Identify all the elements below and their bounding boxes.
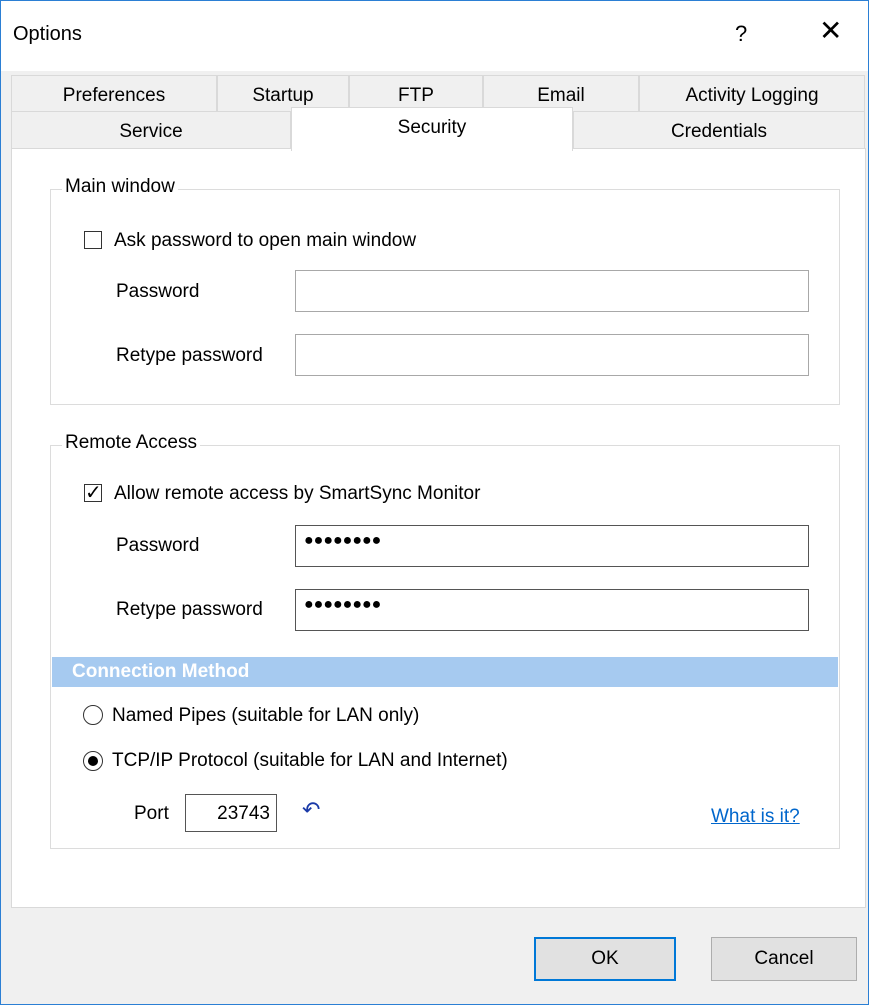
remote-retype-password-label: Retype password [116, 599, 263, 620]
allow-remote-access-checkbox[interactable]: ✓ [84, 482, 102, 504]
tab-label: Email [537, 85, 585, 106]
port-value: 23743 [217, 803, 270, 824]
tab-credentials[interactable]: Credentials [573, 111, 865, 149]
ok-button-label: OK [591, 948, 619, 969]
tab-security[interactable]: Security [291, 107, 573, 151]
main-window-group-label: Main window [62, 176, 178, 198]
close-icon[interactable]: ✕ [819, 17, 842, 45]
tcpip-radio[interactable] [83, 751, 103, 771]
dialog-title: Options [13, 23, 82, 45]
options-dialog: Options ? ✕ Preferences Startup FTP Emai… [0, 0, 869, 1005]
remote-access-group-label: Remote Access [62, 432, 200, 454]
help-icon[interactable]: ? [735, 21, 747, 47]
remote-access-group [50, 445, 840, 849]
cancel-button-label: Cancel [754, 948, 814, 969]
undo-arrow-icon[interactable]: ↶ [302, 797, 320, 823]
title-bar: Options ? ✕ [1, 1, 868, 71]
security-tab-page: Main window Ask password to open main wi… [11, 148, 866, 908]
main-retype-password-input[interactable] [295, 334, 809, 376]
main-password-label: Password [116, 281, 200, 302]
connection-method-title: Connection Method [72, 661, 250, 682]
tab-label: Startup [252, 85, 314, 106]
ask-password-label: Ask password to open main window [114, 230, 417, 251]
ask-password-checkbox[interactable] [84, 231, 102, 249]
remote-retype-password-input[interactable]: ●●●●●●●● [295, 589, 809, 631]
radio-selected-dot [88, 756, 98, 766]
tab-label: Preferences [62, 85, 166, 106]
checkmark-icon: ✓ [85, 482, 102, 504]
remote-retype-password-value: ●●●●●●●● [304, 596, 382, 613]
named-pipes-radio[interactable] [83, 705, 103, 725]
cancel-button[interactable]: Cancel [711, 937, 857, 981]
named-pipes-label: Named Pipes (suitable for LAN only) [112, 705, 420, 726]
tab-label: Service [119, 121, 183, 142]
tab-activity-logging[interactable]: Activity Logging [639, 75, 865, 111]
port-label: Port [134, 803, 169, 824]
remote-password-input[interactable]: ●●●●●●●● [295, 525, 809, 567]
port-input[interactable]: 23743 [185, 794, 277, 832]
connection-method-header: Connection Method [52, 657, 838, 687]
allow-remote-access-label: Allow remote access by SmartSync Monitor [114, 483, 481, 504]
tab-label: Activity Logging [685, 85, 819, 106]
tab-preferences[interactable]: Preferences [11, 75, 217, 111]
remote-password-value: ●●●●●●●● [304, 532, 382, 549]
tab-ftp[interactable]: FTP [349, 75, 483, 111]
tab-email[interactable]: Email [483, 75, 639, 111]
tcpip-label: TCP/IP Protocol (suitable for LAN and In… [112, 750, 508, 771]
tab-label: Security [397, 117, 467, 138]
main-retype-password-label: Retype password [116, 345, 263, 366]
main-password-input[interactable] [295, 270, 809, 312]
tab-label: FTP [398, 85, 434, 106]
remote-password-label: Password [116, 535, 200, 556]
what-is-it-link[interactable]: What is it? [711, 806, 800, 828]
ok-button[interactable]: OK [534, 937, 676, 981]
tab-startup[interactable]: Startup [217, 75, 349, 111]
tab-service[interactable]: Service [11, 111, 291, 149]
tab-label: Credentials [670, 121, 768, 142]
